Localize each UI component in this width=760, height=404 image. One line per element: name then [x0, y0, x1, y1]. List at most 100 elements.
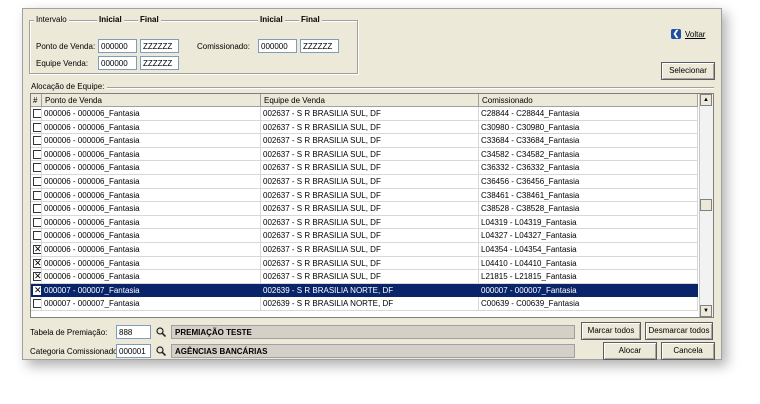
row-checkbox-cell[interactable]: ✕ — [31, 243, 42, 257]
checkbox-icon[interactable] — [33, 122, 41, 132]
row-checkbox-cell[interactable]: ✕ — [31, 256, 42, 271]
table-row[interactable]: ✕ 000006 - 000006_Fantasia 002637 - S R BR… — [31, 243, 698, 257]
row-checkbox-cell[interactable]: ✕ — [31, 283, 42, 298]
equipe-venda-final-field[interactable]: ZZZZZZ — [140, 56, 179, 70]
row-checkbox-cell[interactable] — [31, 202, 42, 216]
equipe-venda-cell: 002639 - S R BRASILIA NORTE, DF — [261, 297, 479, 311]
table-row[interactable]: ✕ 000006 - 000006_Fantasia 002637 - S R BR… — [31, 256, 698, 271]
ponto-venda-inicial-field[interactable]: 000000 — [98, 39, 137, 53]
equipe-venda-label: Equipe Venda: — [36, 59, 89, 68]
checkbox-checked-icon[interactable]: ✕ — [33, 245, 41, 254]
scroll-up-icon[interactable]: ▲ — [700, 94, 712, 106]
table-row[interactable]: 000006 - 000006_Fantasia 002637 - S R BRA… — [31, 147, 698, 162]
search-icon[interactable] — [156, 327, 166, 337]
comissionado-cell: L04410 - L04410_Fantasia — [479, 256, 698, 271]
row-checkbox-cell[interactable] — [31, 297, 42, 311]
voltar-link[interactable]: ❮ Voltar — [671, 29, 705, 39]
row-checkbox-cell[interactable] — [31, 229, 42, 243]
equipe-venda-cell: 002637 - S R BRASILIA SUL, DF — [261, 215, 479, 230]
column-header-equipe-venda[interactable]: Equipe de Venda — [261, 94, 479, 107]
categoria-comissionado-label: Categoria Comissionado: — [30, 347, 120, 356]
back-arrow-icon: ❮ — [671, 29, 681, 39]
table-row[interactable]: ✕ 000006 - 000006_Fantasia 002637 - S R BR… — [31, 270, 698, 284]
equipe-venda-cell: 002637 - S R BRASILIA SUL, DF — [261, 161, 479, 175]
row-checkbox-cell[interactable]: ✕ — [31, 270, 42, 284]
alocar-button[interactable]: Alocar — [603, 342, 657, 360]
equipe-venda-cell: 002637 - S R BRASILIA SUL, DF — [261, 202, 479, 216]
comissionado-cell: L04354 - L04354_Fantasia — [479, 243, 698, 257]
checkbox-icon[interactable] — [33, 136, 41, 146]
equipe-venda-cell: 002637 - S R BRASILIA SUL, DF — [261, 120, 479, 135]
tabela-premiacao-field[interactable]: 888 — [116, 325, 151, 339]
vertical-scrollbar[interactable]: ▲ ▼ — [699, 94, 713, 317]
checkbox-icon[interactable] — [33, 149, 41, 159]
comissionado-final-field[interactable]: ZZZZZZ — [300, 39, 339, 53]
checkbox-checked-icon[interactable]: ✕ — [33, 285, 41, 295]
search-icon[interactable] — [156, 346, 166, 356]
table-row[interactable]: ✕ 000007 - 000007_Fantasia 002639 - S R BR… — [31, 283, 698, 298]
ponto-venda-final-field[interactable]: ZZZZZZ — [140, 39, 179, 53]
comissionado-label: Comissionado: — [197, 42, 250, 51]
table-row[interactable]: 000006 - 000006_Fantasia 002637 - S R BRA… — [31, 215, 698, 230]
scroll-thumb[interactable] — [700, 199, 712, 211]
table-row[interactable]: 000007 - 000007_Fantasia 002639 - S R BRA… — [31, 297, 698, 311]
row-checkbox-cell[interactable] — [31, 107, 42, 121]
checkbox-icon[interactable] — [33, 177, 41, 186]
marcar-todos-button[interactable]: Marcar todos — [581, 322, 641, 340]
ponto-venda-cell: 000006 - 000006_Fantasia — [42, 147, 261, 162]
checkbox-checked-icon[interactable]: ✕ — [33, 272, 41, 282]
table-row[interactable]: 000006 - 000006_Fantasia 002637 - S R BRA… — [31, 229, 698, 243]
comissionado-cell: C36332 - C36332_Fantasia — [479, 161, 698, 175]
equipe-venda-inicial-field[interactable]: 000000 — [98, 56, 137, 70]
column-header-ponto-venda[interactable]: Ponto de Venda — [42, 94, 261, 107]
comissionado-cell: C36456 - C36456_Fantasia — [479, 175, 698, 189]
alocacao-grid[interactable]: # Ponto de Venda Equipe de Venda Comissi… — [30, 93, 714, 318]
checkbox-icon[interactable] — [33, 109, 41, 118]
table-row[interactable]: 000006 - 000006_Fantasia 002637 - S R BRA… — [31, 107, 698, 121]
final-header-2: Final — [299, 15, 322, 24]
desmarcar-todos-button[interactable]: Desmarcar todos — [645, 322, 713, 340]
column-header-check[interactable]: # — [31, 94, 42, 107]
table-row[interactable]: 000006 - 000006_Fantasia 002637 - S R BRA… — [31, 161, 698, 175]
alocacao-title: Alocação de Equipe: — [31, 82, 105, 91]
row-checkbox-cell[interactable] — [31, 161, 42, 175]
table-row[interactable]: 000006 - 000006_Fantasia 002637 - S R BRA… — [31, 188, 698, 203]
ponto-venda-cell: 000006 - 000006_Fantasia — [42, 256, 261, 271]
row-checkbox-cell[interactable] — [31, 215, 42, 230]
checkbox-icon[interactable] — [33, 204, 41, 214]
row-checkbox-cell[interactable] — [31, 175, 42, 189]
categoria-comissionado-field[interactable]: 000001 — [116, 344, 151, 358]
ponto-venda-cell: 000006 - 000006_Fantasia — [42, 175, 261, 189]
tabela-premiacao-label: Tabela de Premiação: — [30, 328, 108, 337]
checkbox-icon[interactable] — [33, 190, 41, 200]
categoria-comissionado-description: AGÊNCIAS BANCÁRIAS — [171, 344, 575, 358]
ponto-venda-label: Ponto de Venda: — [36, 42, 96, 51]
checkbox-icon[interactable] — [33, 163, 41, 173]
column-header-comissionado[interactable]: Comissionado — [479, 94, 698, 107]
comissionado-cell: C30980 - C30980_Fantasia — [479, 120, 698, 135]
ponto-venda-cell: 000007 - 000007_Fantasia — [42, 297, 261, 311]
table-row[interactable]: 000006 - 000006_Fantasia 002637 - S R BRA… — [31, 134, 698, 148]
inicial-header-2: Inicial — [258, 15, 285, 24]
table-row[interactable]: 000006 - 000006_Fantasia 002637 - S R BRA… — [31, 202, 698, 216]
equipe-venda-cell: 002637 - S R BRASILIA SUL, DF — [261, 188, 479, 203]
row-checkbox-cell[interactable] — [31, 134, 42, 148]
row-checkbox-cell[interactable] — [31, 147, 42, 162]
comissionado-cell: L04327 - L04327_Fantasia — [479, 229, 698, 243]
row-checkbox-cell[interactable] — [31, 120, 42, 135]
comissionado-cell: C00639 - C00639_Fantasia — [479, 297, 698, 311]
comissionado-inicial-field[interactable]: 000000 — [258, 39, 297, 53]
equipe-venda-cell: 002637 - S R BRASILIA SUL, DF — [261, 243, 479, 257]
checkbox-checked-icon[interactable]: ✕ — [33, 258, 41, 268]
row-checkbox-cell[interactable] — [31, 188, 42, 203]
table-row[interactable]: 000006 - 000006_Fantasia 002637 - S R BRA… — [31, 175, 698, 189]
checkbox-icon[interactable] — [33, 231, 41, 241]
checkbox-icon[interactable] — [33, 299, 41, 309]
equipe-venda-cell: 002637 - S R BRASILIA SUL, DF — [261, 134, 479, 148]
checkbox-icon[interactable] — [33, 217, 41, 227]
cancela-button[interactable]: Cancela — [661, 342, 715, 360]
comissionado-cell: L21815 - L21815_Fantasia — [479, 270, 698, 284]
selecionar-button[interactable]: Selecionar — [661, 62, 715, 80]
scroll-down-icon[interactable]: ▼ — [700, 305, 712, 317]
table-row[interactable]: 000006 - 000006_Fantasia 002637 - S R BRA… — [31, 120, 698, 135]
